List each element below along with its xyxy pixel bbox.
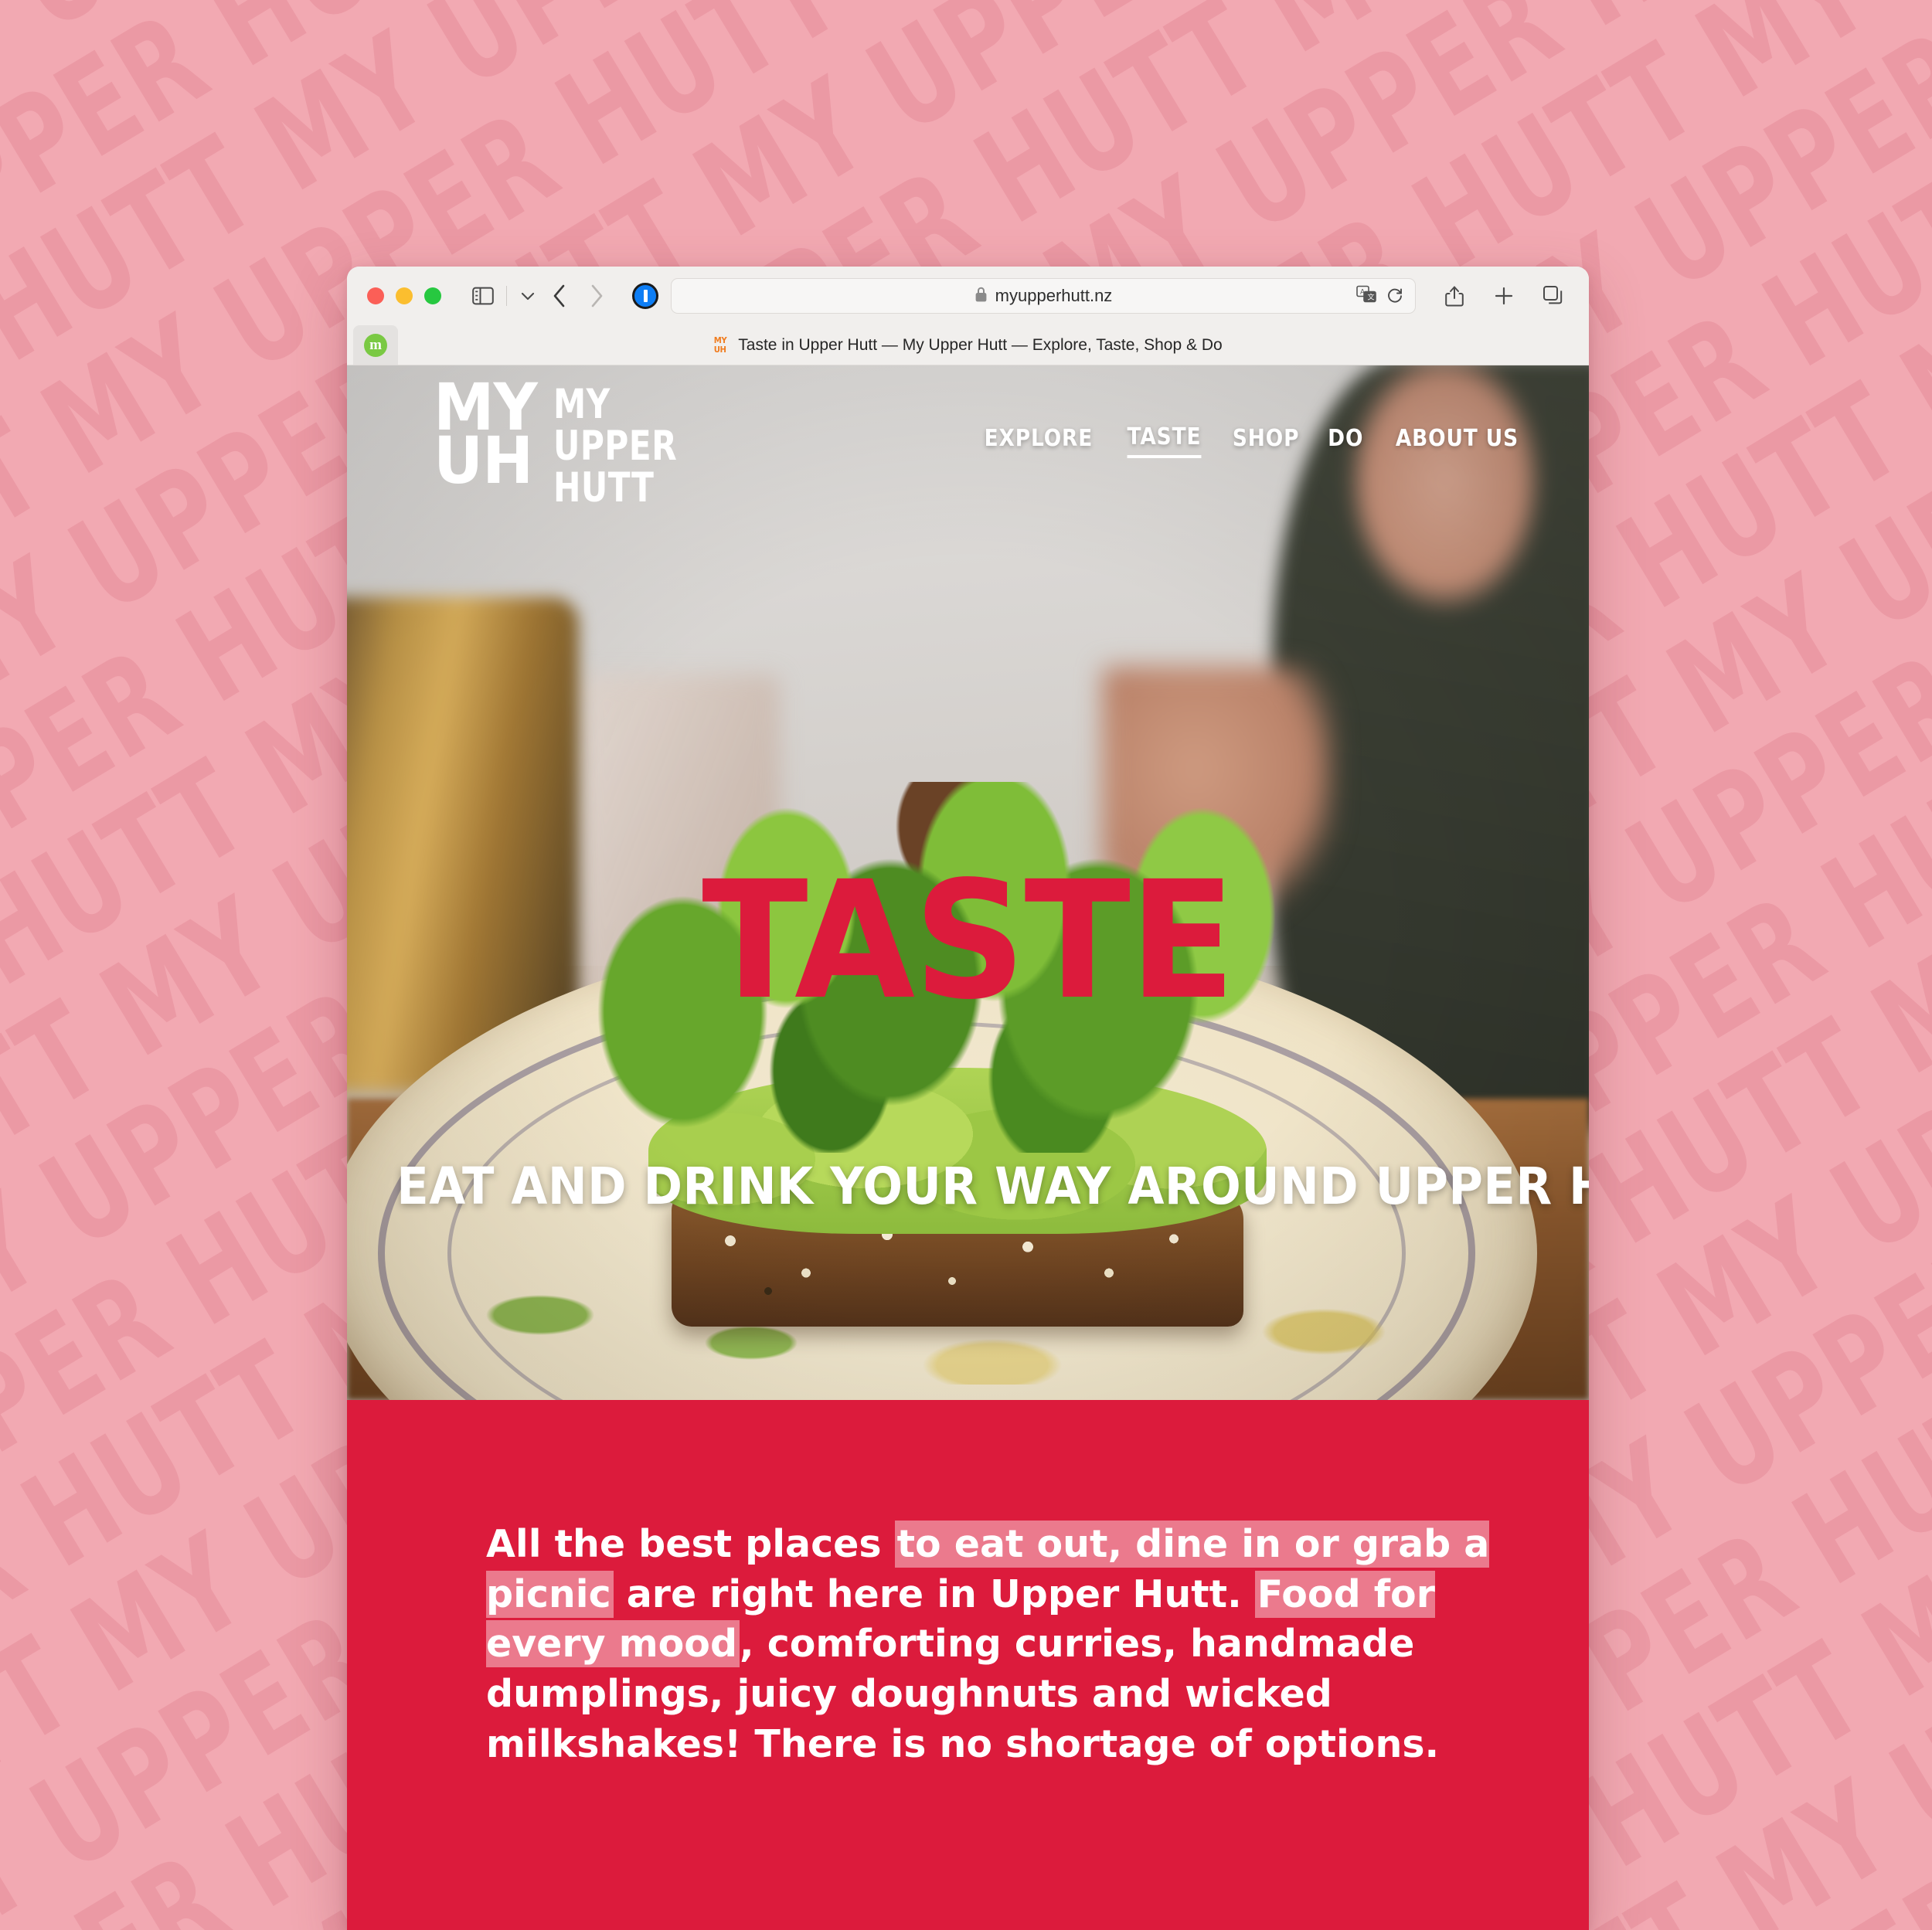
tab-strip: m MY UH Taste in Upper Hutt — My Upper H… — [347, 325, 1589, 365]
favicon-line-2: UH — [714, 344, 726, 355]
lock-icon — [975, 286, 988, 307]
address-bar-actions: A 文 — [1356, 285, 1404, 308]
site-favicon-icon: MY UH — [714, 335, 728, 355]
intro-section: All the best places to eat out, dine in … — [347, 1400, 1589, 1930]
page-viewport: MY UH MY UPPER HUTT EXPLORE TASTE SHOP D… — [347, 365, 1589, 1930]
new-tab-icon[interactable] — [1488, 280, 1519, 311]
address-bar[interactable]: myupperhutt.nz A 文 — [671, 278, 1416, 314]
hero-title: TASTE — [702, 846, 1236, 1035]
logo-word-line-3: HUTT — [553, 464, 655, 512]
profile-avatar: m — [364, 333, 387, 357]
svg-text:文: 文 — [1368, 292, 1375, 301]
url-text[interactable]: myupperhutt.nz — [995, 286, 1113, 306]
close-window-button[interactable] — [367, 287, 384, 304]
browser-toolbar: myupperhutt.nz A 文 — [347, 267, 1589, 325]
logo-monogram: MY UH — [434, 375, 538, 498]
window-traffic-lights — [367, 287, 441, 304]
safari-browser-window: myupperhutt.nz A 文 m MY UH Taste in Uppe… — [347, 267, 1589, 1930]
site-logo[interactable]: MY UH MY UPPER HUTT — [434, 375, 709, 509]
hero-section: MY UH MY UPPER HUTT EXPLORE TASTE SHOP D… — [347, 365, 1589, 1400]
address-bar-content: myupperhutt.nz — [672, 286, 1415, 307]
intro-text-part-2: are right here in Upper Hutt. — [613, 1572, 1255, 1616]
intro-paragraph: All the best places to eat out, dine in … — [486, 1520, 1498, 1769]
share-icon[interactable] — [1439, 280, 1470, 311]
onepassword-extension-icon[interactable] — [632, 283, 658, 309]
toolbar-right-actions — [1439, 280, 1569, 311]
favicon-line-1: MY — [714, 335, 727, 345]
forward-button[interactable] — [578, 280, 615, 311]
profile-tab[interactable]: m — [353, 325, 398, 365]
nav-item-explore[interactable]: EXPLORE — [984, 425, 1093, 457]
reload-icon[interactable] — [1386, 285, 1404, 308]
back-button[interactable] — [541, 280, 578, 311]
nav-item-taste[interactable]: TASTE — [1127, 423, 1202, 458]
hero-subtitle: EAT AND DRINK YOUR WAY AROUND UPPER HUTT — [396, 1157, 1589, 1216]
logo-wordmark: MY UPPER HUTT — [553, 381, 677, 509]
sidebar-icon[interactable] — [468, 280, 498, 311]
zoom-window-button[interactable] — [424, 287, 441, 304]
chevron-down-icon[interactable] — [515, 280, 541, 311]
logo-word-line-1: MY — [553, 381, 611, 428]
nav-item-do[interactable]: DO — [1328, 425, 1363, 457]
intro-text-part-1: All the best places — [486, 1522, 895, 1566]
logo-word-line-2: UPPER — [553, 423, 678, 471]
tab-overview-icon[interactable] — [1538, 280, 1569, 311]
logo-monogram-line-2: UH — [434, 422, 533, 498]
tab-title[interactable]: Taste in Upper Hutt — My Upper Hutt — Ex… — [738, 336, 1222, 355]
nav-item-shop[interactable]: SHOP — [1232, 425, 1298, 457]
minimize-window-button[interactable] — [396, 287, 413, 304]
tab-title-area: MY UH Taste in Upper Hutt — My Upper Hut… — [347, 325, 1589, 365]
nav-item-about-us[interactable]: ABOUT US — [1396, 425, 1519, 457]
main-navigation: EXPLORE TASTE SHOP DO ABOUT US — [977, 423, 1527, 458]
toolbar-divider — [506, 286, 507, 306]
translate-icon[interactable]: A 文 — [1356, 285, 1376, 308]
